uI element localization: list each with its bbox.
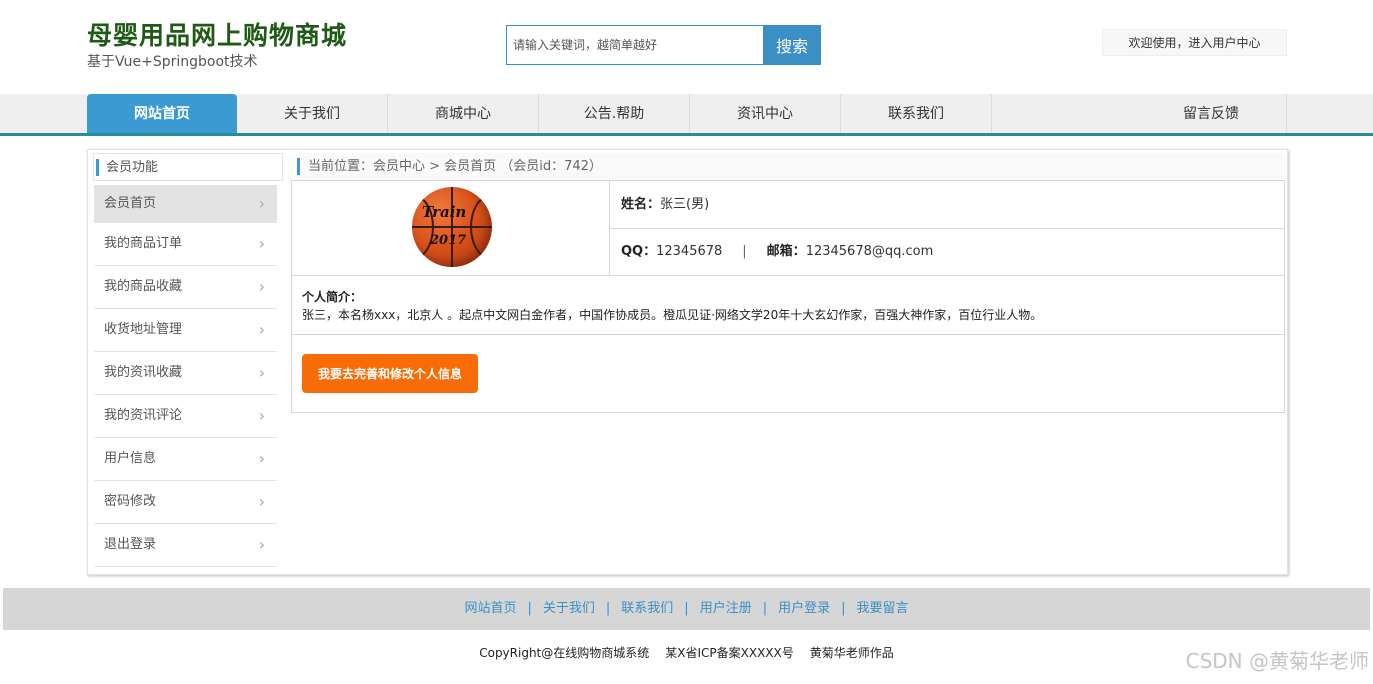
sidebar-item-label: 退出登录 [104, 537, 157, 552]
footer-separator: | [605, 601, 611, 616]
copyright: CopyRight@在线购物商城系统 某X省ICP备案XXXXX号 黄菊华老师作品 [0, 644, 1373, 661]
intro-text: 张三，本名杨xxx，北京人 。起点中文网白金作者，中国作协成员。橙瓜见证·网络文… [302, 308, 1043, 322]
sidebar-item-orders[interactable]: 我的商品订单 › [94, 223, 277, 266]
footer-link-contact[interactable]: 联系我们 [621, 601, 673, 616]
copyright-text: CopyRight@在线购物商城系统 [479, 646, 650, 660]
sidebar-item-news-comments[interactable]: 我的资讯评论 › [94, 395, 277, 438]
avatar: Train 2017 [412, 187, 492, 267]
icp-text: 某X省ICP备案XXXXX号 [665, 646, 794, 660]
sidebar-item-label: 我的商品收藏 [104, 279, 183, 294]
chevron-right-icon: › [258, 277, 265, 296]
action-cell: 我要去完善和修改个人信息 [292, 335, 1284, 412]
contact-separator: | [742, 244, 747, 259]
nav-item-about[interactable]: 关于我们 [237, 94, 388, 133]
footer-separator: | [684, 601, 689, 616]
nav-item-news[interactable]: 资讯中心 [690, 94, 841, 133]
footer-link-about[interactable]: 关于我们 [543, 601, 595, 616]
avatar-year-text: 2017 [430, 233, 467, 248]
email-label: 邮箱： [766, 244, 806, 259]
nav-item-feedback[interactable]: 留言反馈 [1136, 94, 1287, 133]
chevron-right-icon: › [258, 406, 265, 425]
footer-separator: | [841, 601, 846, 616]
nav-item-contact[interactable]: 联系我们 [841, 94, 992, 133]
sidebar-item-label: 我的商品订单 [104, 236, 183, 251]
sidebar-item-user-info[interactable]: 用户信息 › [94, 438, 277, 481]
nav-item-mall[interactable]: 商城中心 [388, 94, 539, 133]
sidebar-item-label: 用户信息 [104, 451, 157, 466]
sidebar-item-label: 密码修改 [104, 494, 157, 509]
footer-links: 网站首页 | 关于我们 | 联系我们 | 用户注册 | 用户登录 | 我要留言 [3, 588, 1370, 630]
email-value: 12345678@qq.com [805, 244, 934, 259]
sidebar-item-label: 我的资讯收藏 [104, 365, 183, 380]
nav-item-notice[interactable]: 公告.帮助 [539, 94, 690, 133]
avatar-brand-text: Train [422, 203, 467, 221]
footer-separator: | [762, 601, 768, 616]
sidebar-item-news-favorites[interactable]: 我的资讯收藏 › [94, 352, 277, 395]
intro-label: 个人简介： [302, 290, 363, 304]
search-box: 搜索 [506, 25, 821, 65]
name-cell: 姓名：张三(男) [610, 181, 1284, 229]
chevron-right-icon: › [258, 492, 265, 511]
name-value: 张三(男) [660, 197, 710, 212]
sidebar-title: 会员功能 [93, 153, 283, 181]
footer-link-home[interactable]: 网站首页 [464, 601, 516, 616]
author-text: 黄菊华老师作品 [809, 646, 894, 660]
site-title[interactable]: 母婴用品网上购物商城 [87, 16, 347, 52]
footer-separator: | [527, 601, 532, 616]
footer-link-login[interactable]: 用户登录 [778, 601, 830, 616]
chevron-right-icon: › [258, 320, 265, 339]
contact-cell: QQ：12345678 | 邮箱：12345678@qq.com [610, 229, 1284, 276]
chevron-right-icon: › [258, 449, 265, 468]
sidebar-item-label: 会员首页 [104, 196, 157, 211]
site-subtitle: 基于Vue+Springboot技术 [87, 54, 258, 70]
chevron-right-icon: › [258, 234, 265, 253]
sidebar-item-logout[interactable]: 退出登录 › [94, 524, 277, 567]
watermark: CSDN @黄菊华老师 [1185, 649, 1369, 673]
sidebar-item-password[interactable]: 密码修改 › [94, 481, 277, 524]
name-label: 姓名： [621, 197, 661, 212]
chevron-right-icon: › [258, 363, 265, 382]
header: 母婴用品网上购物商城 基于Vue+Springboot技术 搜索 欢迎使用，进入… [0, 0, 1373, 94]
search-input[interactable] [506, 25, 763, 65]
breadcrumb: 当前位置：会员中心 > 会员首页 （会员id：742） [296, 153, 1286, 181]
sidebar-item-address[interactable]: 收货地址管理 › [94, 309, 277, 352]
edit-profile-button[interactable]: 我要去完善和修改个人信息 [302, 354, 478, 393]
qq-value: 12345678 [656, 244, 723, 259]
sidebar-item-label: 我的资讯评论 [104, 408, 183, 423]
avatar-cell: Train 2017 [292, 181, 610, 276]
intro-cell: 个人简介： 张三，本名杨xxx，北京人 。起点中文网白金作者，中国作协成员。橙瓜… [292, 276, 1284, 335]
sidebar-item-member-home[interactable]: 会员首页 › [94, 185, 277, 223]
qq-label: QQ： [621, 244, 657, 259]
profile-table: Train 2017 姓名：张三(男) QQ：12345678 | 邮箱：12345… [291, 180, 1285, 413]
nav-item-home[interactable]: 网站首页 [87, 94, 237, 133]
chevron-right-icon: › [258, 194, 265, 213]
sidebar-item-label: 收货地址管理 [104, 322, 183, 337]
chevron-right-icon: › [258, 535, 265, 554]
footer-link-register[interactable]: 用户注册 [700, 601, 752, 616]
user-center-link[interactable]: 欢迎使用，进入用户中心 [1102, 29, 1287, 56]
search-button[interactable]: 搜索 [763, 25, 821, 65]
sidebar-menu: 会员首页 › 我的商品订单 › 我的商品收藏 › 收货地址管理 › 我的资讯收藏 › 我的… [94, 185, 277, 567]
member-panel: 会员功能 会员首页 › 我的商品订单 › 我的商品收藏 › 收货地址管理 › 我的资讯收… [87, 149, 1288, 575]
sidebar-item-favorites[interactable]: 我的商品收藏 › [94, 266, 277, 309]
main-nav: 网站首页 关于我们 商城中心 公告.帮助 资讯中心 联系我们 留言反馈 [0, 94, 1373, 136]
footer-link-message[interactable]: 我要留言 [857, 601, 909, 616]
